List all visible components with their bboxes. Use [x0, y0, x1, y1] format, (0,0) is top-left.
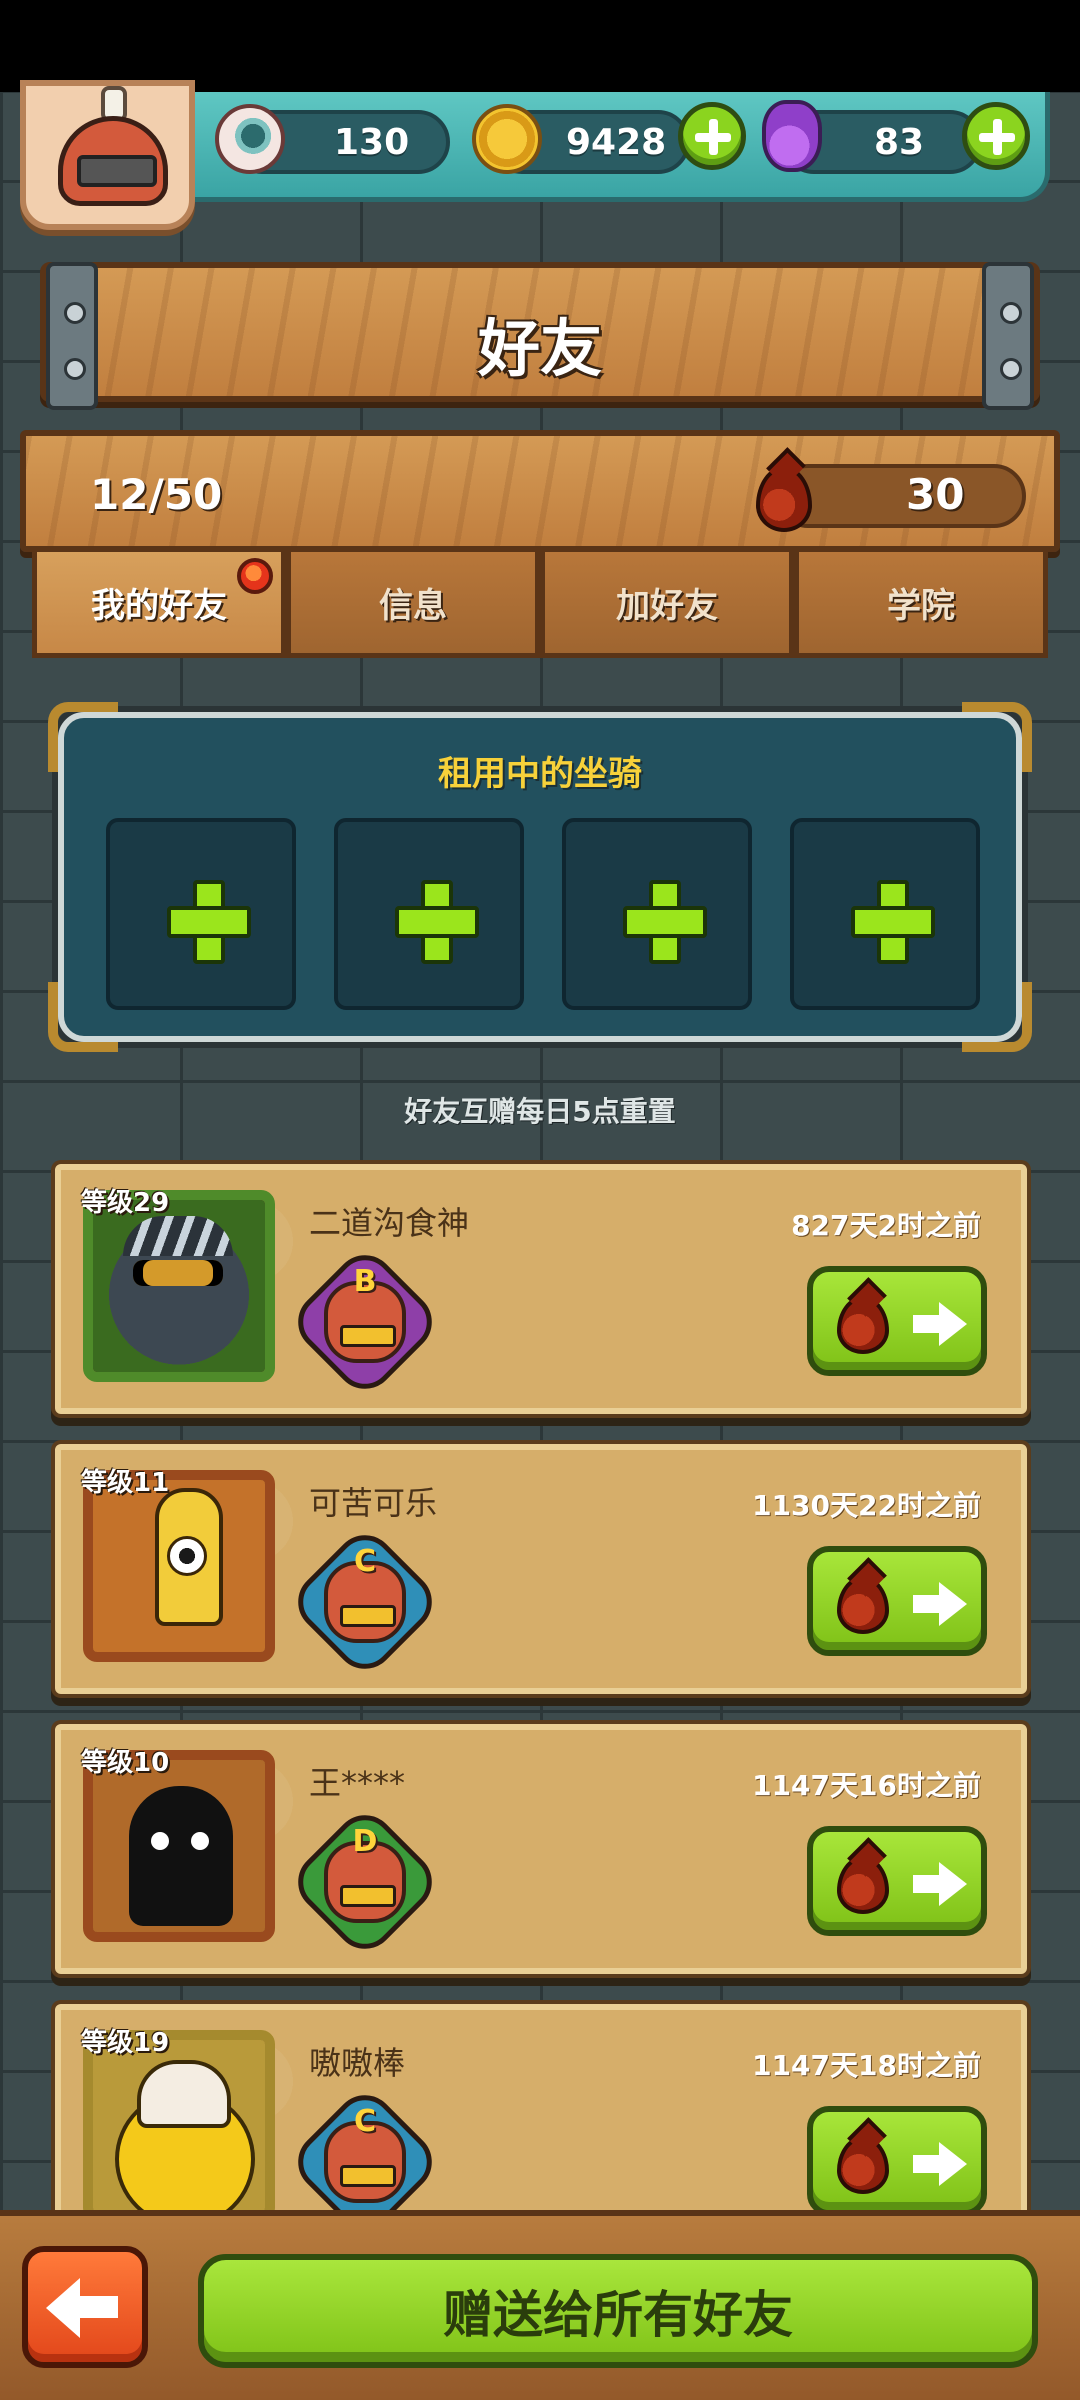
coin-icon — [472, 104, 542, 174]
friend-last-seen: 827天2时之前 — [791, 1209, 981, 1242]
squid-portrait-icon — [93, 1480, 265, 1652]
rank-letter: C — [353, 1544, 377, 1579]
blood-count: 30 — [906, 470, 965, 519]
tab-add-friend[interactable]: 加好友 — [540, 552, 794, 658]
friend-last-seen: 1130天22时之前 — [752, 1489, 981, 1522]
rank-letter: D — [352, 1824, 378, 1859]
friend-last-seen: 1147天16时之前 — [752, 1769, 981, 1802]
tab-academy[interactable]: 学院 — [794, 552, 1048, 658]
potion-count: 83 — [874, 122, 925, 163]
rented-mounts-panel: 租用中的坐骑 — [48, 702, 1032, 1052]
friend-level: 等级10 — [81, 1748, 170, 1778]
send-all-label: 赠送给所有好友 — [443, 2286, 793, 2344]
back-button[interactable] — [22, 2246, 148, 2368]
friend-card: 等级10 王**** 1147天16时之前 D — [55, 1724, 1027, 1974]
eyeball-count: 130 — [334, 122, 410, 163]
blood-counter — [776, 464, 1026, 528]
send-blood-button[interactable] — [807, 1546, 987, 1656]
tab-label: 加好友 — [616, 586, 718, 626]
tab-my-friends[interactable]: 我的好友 — [32, 552, 286, 658]
friend-name: 可苦可乐 — [309, 1484, 438, 1522]
arrow-right-icon — [913, 2142, 969, 2186]
potion-icon — [762, 100, 822, 172]
mount-slot-2[interactable] — [334, 818, 524, 1010]
chick-portrait-icon — [93, 2040, 265, 2212]
ninja-portrait-icon — [93, 1200, 265, 1372]
eyeball-icon — [215, 104, 285, 174]
friend-level: 等级29 — [81, 1188, 170, 1218]
friends-tabs: 我的好友 信息 加好友 学院 — [32, 552, 1048, 658]
tab-label: 我的好友 — [91, 586, 227, 626]
friend-count: 12/50 — [90, 470, 223, 519]
plus-icon — [167, 880, 251, 964]
send-blood-button[interactable] — [807, 2106, 987, 2216]
page-title: 好友 — [477, 312, 602, 385]
friend-last-seen: 1147天18时之前 — [752, 2049, 981, 2082]
friends-summary-plank: 12/50 30 — [20, 430, 1060, 552]
send-to-all-friends-button[interactable]: 赠送给所有好友 — [198, 2254, 1038, 2368]
tab-label: 信息 — [379, 586, 447, 626]
rank-letter: B — [353, 1264, 377, 1299]
arrow-right-icon — [913, 1302, 969, 1346]
notification-dot-icon — [237, 558, 273, 594]
mount-slot-3[interactable] — [562, 818, 752, 1010]
plus-icon — [851, 880, 935, 964]
add-coins-button[interactable] — [678, 102, 746, 170]
friend-name: 二道沟食神 — [309, 1204, 470, 1242]
friend-name: 嗷嗷棒 — [309, 2044, 406, 2082]
friend-level: 等级19 — [81, 2028, 170, 2058]
friend-name: 王**** — [309, 1764, 406, 1802]
send-blood-button[interactable] — [807, 1826, 987, 1936]
tab-label: 学院 — [887, 586, 955, 626]
shadow-creature-portrait-icon — [93, 1760, 265, 1932]
arrow-right-icon — [913, 1862, 969, 1906]
mount-panel-title: 租用中的坐骑 — [438, 754, 642, 794]
send-blood-button[interactable] — [807, 1266, 987, 1376]
friend-card: 等级11 可苦可乐 1130天22时之前 C — [55, 1444, 1027, 1694]
friend-card: 等级29 二道沟食神 827天2时之前 B — [55, 1164, 1027, 1414]
plus-icon — [623, 880, 707, 964]
blood-drop-icon — [837, 1856, 889, 1914]
add-potions-button[interactable] — [962, 102, 1030, 170]
arrow-right-icon — [913, 1582, 969, 1626]
monster-avatar-icon — [58, 116, 168, 206]
blood-drop-icon — [837, 2136, 889, 2194]
coin-count: 9428 — [566, 122, 667, 163]
mount-slot-1[interactable] — [106, 818, 296, 1010]
tab-messages[interactable]: 信息 — [286, 552, 540, 658]
blood-drop-icon — [837, 1296, 889, 1354]
plus-icon — [395, 880, 479, 964]
friend-level: 等级11 — [81, 1468, 170, 1498]
status-bar — [0, 0, 1080, 92]
rank-letter: C — [353, 2104, 377, 2139]
player-avatar[interactable] — [20, 80, 195, 230]
title-plank: 好友 — [40, 262, 1040, 410]
blood-drop-icon — [837, 1576, 889, 1634]
mount-slot-4[interactable] — [790, 818, 980, 1010]
gift-reset-note: 好友互赠每日5点重置 — [404, 1095, 676, 1128]
